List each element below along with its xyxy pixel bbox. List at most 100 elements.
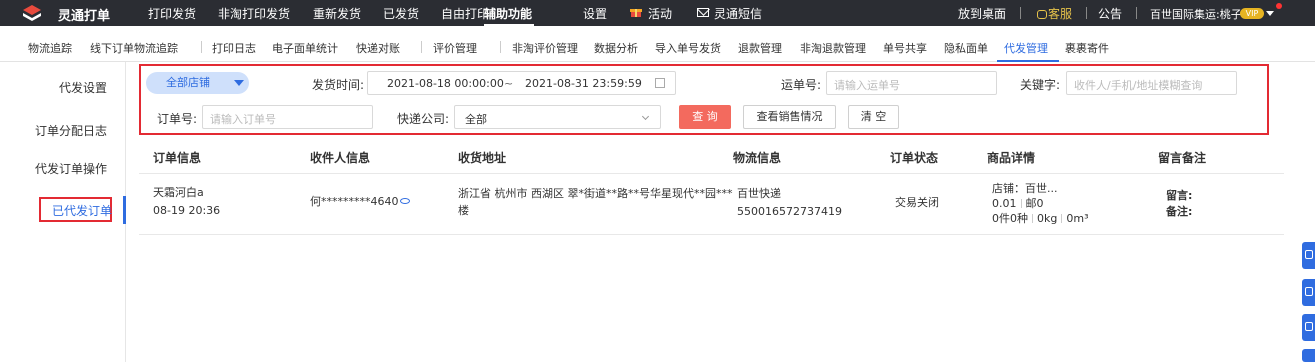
float-tool-button[interactable] [1302,279,1315,306]
chevron-down-icon [641,112,650,121]
subnav-print-log[interactable]: 打印日志 [212,40,256,56]
goods-stats-line: 0件0种 0kg 0m³ [992,210,1088,227]
float-tool-button[interactable] [1302,242,1315,269]
side-item-allocation-log[interactable]: 订单分配日志 [35,122,107,139]
ship-time-separator: ~ [504,77,514,90]
query-button[interactable]: 查 询 [679,105,731,129]
order-status: 交易关闭 [895,196,939,209]
app-logo-icon [23,5,41,21]
subnav-ewaybill-stats[interactable]: 电子面单统计 [272,40,338,56]
nav-reship[interactable]: 重新发货 [313,5,361,22]
side-active-indicator [123,196,126,224]
mail-icon [697,8,709,17]
col-logistics: 物流信息 [733,151,782,165]
notification-dot [1276,3,1282,9]
nav-aux-functions[interactable]: 辅助功能 [484,5,532,22]
subnav-dropship-management[interactable]: 代发管理 [1004,40,1048,56]
table-row: 天霜河白a 08-19 20:36 何*********4640 浙江省 杭州市… [139,175,1284,235]
goods-shipping: 邮0 [1025,197,1044,210]
divider [1136,7,1137,19]
account-dropdown-icon[interactable] [1266,11,1274,16]
divider [1086,7,1087,19]
notice-link[interactable]: 公告 [1098,5,1122,22]
receiver-masked: 何*********4640 [310,195,399,208]
calendar-icon[interactable] [655,78,665,88]
subnav-package-send[interactable]: 裹裹寄件 [1065,40,1109,56]
subnav-data-analysis[interactable]: 数据分析 [594,40,638,56]
vip-badge: VIP [1240,8,1264,19]
nav-sms[interactable]: 灵通短信 [714,5,762,22]
goods-volume: 0m³ [1066,212,1089,225]
divider [1020,199,1022,208]
express-name: 百世快递 [737,187,781,200]
divider [500,41,501,53]
subnav-review-management[interactable]: 评价管理 [433,40,477,56]
side-item-dropshipped-orders[interactable]: 已代发订单 [52,202,112,219]
chat-icon [1037,10,1047,19]
tool-icon [1305,250,1313,259]
waybill-placeholder: 请输入运单号 [834,79,900,92]
sub-nav-bar: 物流追踪 线下订单物流追踪 打印日志 电子面单统计 快递对账 评价管理 非淘评价… [0,26,1315,62]
express-company-select[interactable]: 全部 [454,105,661,129]
order-no-input[interactable]: 请输入订单号 [202,105,373,129]
ship-time-range-input[interactable]: 2021-08-18 00:00:00 ~ 2021-08-31 23:59:5… [367,71,676,95]
subnav-non-taobao-refund[interactable]: 非淘退款管理 [800,40,866,56]
nav-shipped[interactable]: 已发货 [383,5,419,22]
col-remarks: 留言备注 [1158,151,1207,165]
col-order-status: 订单状态 [890,151,939,165]
order-time: 08-19 20:36 [153,204,221,217]
address-line-2: 楼 [458,204,469,217]
subnav-active-indicator [997,60,1059,62]
waybill-label: 运单号: [781,78,822,92]
nav-print-ship[interactable]: 打印发货 [148,5,196,22]
table-header: 订单信息 收件人信息 收货地址 物流信息 订单状态 商品详情 留言备注 [139,141,1284,174]
keyword-label: 关键字: [1020,78,1061,92]
app-brand: 灵通打单 [58,9,111,24]
goods-count: 0件0种 [992,212,1028,225]
ship-time-label: 发货时间: [312,78,365,92]
col-address: 收货地址 [458,151,507,165]
express-company-label: 快递公司: [397,112,450,126]
eye-icon[interactable] [399,198,410,204]
subnav-express-reconcile[interactable]: 快递对账 [356,40,400,56]
clear-button[interactable]: 清 空 [848,105,899,129]
subnav-waybill-share[interactable]: 单号共享 [883,40,927,56]
view-sales-button[interactable]: 查看销售情况 [743,105,836,129]
nav-free-print[interactable]: 自由打印 [441,5,489,22]
buyer-nick: 天霜河白a [153,186,204,199]
side-item-dropship-operations[interactable]: 代发订单操作 [35,160,107,177]
chevron-down-icon[interactable] [234,80,244,86]
col-goods-detail: 商品详情 [987,151,1036,165]
put-to-desktop-link[interactable]: 放到桌面 [958,5,1006,22]
goods-price: 0.01 [992,197,1017,210]
gift-icon [630,9,642,17]
side-item-dropship-settings[interactable]: 代发设置 [59,79,107,96]
goods-weight: 0kg [1037,212,1058,225]
ship-time-start: 2021-08-18 00:00:00 [387,77,504,90]
nav-non-taobao-print[interactable]: 非淘打印发货 [218,5,290,22]
float-tool-button[interactable] [1302,349,1315,362]
float-tool-button[interactable] [1302,314,1315,341]
subnav-refund-management[interactable]: 退款管理 [738,40,782,56]
order-no-placeholder: 请输入订单号 [210,113,276,126]
subnav-non-taobao-review[interactable]: 非淘评价管理 [512,40,578,56]
customer-service-label: 客服 [1048,7,1073,21]
tool-icon [1305,322,1313,331]
account-name[interactable]: 百世国际集运:桃子 [1150,6,1242,22]
nav-activity[interactable]: 活动 [648,5,672,22]
divider [1061,214,1063,223]
waybill-input[interactable]: 请输入运单号 [826,71,997,95]
express-company-value: 全部 [465,113,487,126]
receiver-info: 何*********4640 [310,193,410,210]
subnav-logistics-tracking[interactable]: 物流追踪 [28,40,72,56]
subnav-import-waybill[interactable]: 导入单号发货 [655,40,721,56]
divider [421,41,422,53]
subnav-offline-tracking[interactable]: 线下订单物流追踪 [90,40,178,56]
customer-service-link[interactable]: 客服 [1037,5,1072,22]
keyword-input[interactable]: 收件人/手机/地址模糊查询 [1066,71,1237,95]
nav-settings[interactable]: 设置 [583,5,607,22]
ship-time-end: 2021-08-31 23:59:59 [525,77,642,90]
divider [1032,214,1033,223]
subnav-privacy-waybill[interactable]: 隐私面单 [944,40,988,56]
divider [1020,7,1021,19]
